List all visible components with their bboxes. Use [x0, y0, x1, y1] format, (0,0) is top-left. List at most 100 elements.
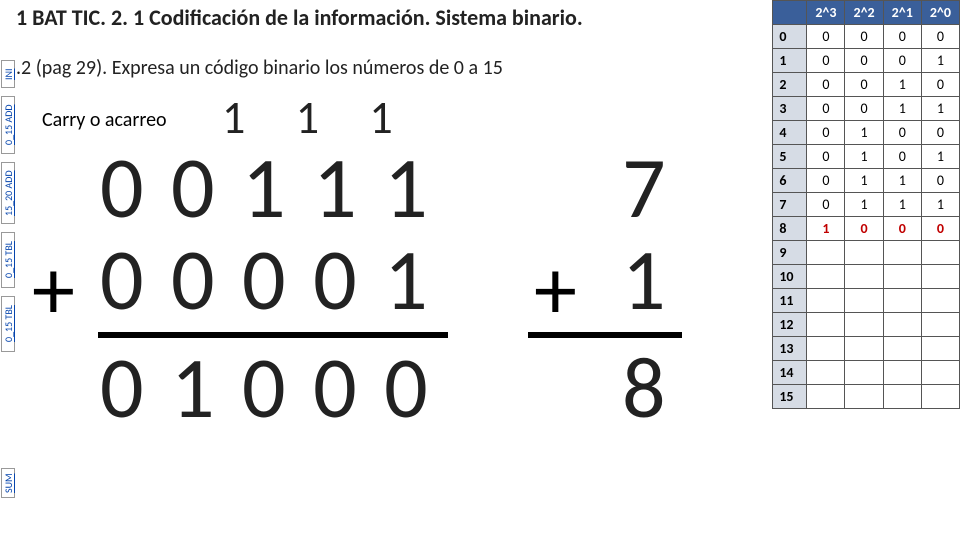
bit-cell: 1 [921, 145, 959, 169]
bit-cell [845, 313, 883, 337]
table-header-row: 2^32^22^12^0 [773, 1, 960, 25]
bit-cell [883, 265, 921, 289]
row-index: 11 [773, 289, 807, 313]
bit-cell: 1 [883, 169, 921, 193]
bit-cell: 0 [921, 25, 959, 49]
bit-cell: 0 [845, 97, 883, 121]
bit-cell: 0 [845, 25, 883, 49]
bit-cell [921, 337, 959, 361]
bit-cell: 1 [845, 193, 883, 217]
sidebar-tab-sum[interactable]: SUM [1, 468, 15, 498]
bit-cell [883, 289, 921, 313]
bit-cell [845, 241, 883, 265]
table-row: 10 [773, 265, 960, 289]
decimal-addend-b: 1 [622, 238, 666, 324]
bit-cell [921, 241, 959, 265]
bit-cell [807, 241, 845, 265]
bit-cell: 1 [845, 169, 883, 193]
bit-cell [921, 289, 959, 313]
bit-cell [807, 337, 845, 361]
table-row: 30011 [773, 97, 960, 121]
row-index: 4 [773, 121, 807, 145]
bit-cell [807, 313, 845, 337]
bit-cell: 0 [921, 121, 959, 145]
bit-cell: 1 [845, 145, 883, 169]
bit-cell: 1 [883, 73, 921, 97]
row-index: 10 [773, 265, 807, 289]
bit-cell: 1 [883, 97, 921, 121]
row-index: 13 [773, 337, 807, 361]
bit-cell: 0 [807, 169, 845, 193]
sidebar-tab-0-15-add[interactable]: 0_15 ADD [1, 96, 15, 154]
bit-cell [921, 265, 959, 289]
table-col-2^1: 2^1 [883, 1, 921, 25]
table-row: 9 [773, 241, 960, 265]
bit-cell [921, 313, 959, 337]
bit-cell [921, 385, 959, 409]
sidebar-tab-0-15-tbl-b[interactable]: 0_15 TBL [1, 296, 15, 352]
bit-cell: 0 [921, 169, 959, 193]
bit-cell: 0 [807, 73, 845, 97]
bit-cell: 0 [845, 73, 883, 97]
bit-cell: 0 [807, 49, 845, 73]
row-index: 0 [773, 25, 807, 49]
table-col-2^3: 2^3 [807, 1, 845, 25]
decimal-sum: 8 [622, 346, 666, 432]
table-row: 15 [773, 385, 960, 409]
bit-cell: 0 [845, 49, 883, 73]
bit-cell: 0 [807, 121, 845, 145]
row-index: 9 [773, 241, 807, 265]
bit-cell: 1 [921, 193, 959, 217]
sidebar-tab-15-20-add[interactable]: 15_20 ADD [1, 162, 15, 224]
table-col-2^0: 2^0 [921, 1, 959, 25]
bit-cell: 0 [921, 217, 959, 241]
table-row: 40100 [773, 121, 960, 145]
bit-cell: 0 [883, 217, 921, 241]
bit-cell [845, 385, 883, 409]
bit-cell [845, 289, 883, 313]
bit-cell: 1 [921, 97, 959, 121]
row-index: 12 [773, 313, 807, 337]
bit-cell: 0 [883, 25, 921, 49]
row-index: 14 [773, 361, 807, 385]
bit-cell [845, 265, 883, 289]
bit-cell [883, 241, 921, 265]
bit-cell [883, 313, 921, 337]
bit-cell: 0 [883, 145, 921, 169]
row-index: 7 [773, 193, 807, 217]
bit-cell: 1 [883, 193, 921, 217]
bit-cell [883, 337, 921, 361]
binary-sum: 0 1 0 0 0 [100, 346, 432, 432]
bit-cell: 0 [807, 145, 845, 169]
table-col-2^2: 2^2 [845, 1, 883, 25]
bit-cell [807, 289, 845, 313]
sidebar-tab-0-15-tbl-a[interactable]: 0_15 TBL [1, 232, 15, 288]
row-index: 5 [773, 145, 807, 169]
table-row: 12 [773, 313, 960, 337]
bit-cell: 0 [921, 73, 959, 97]
bit-cell: 0 [845, 217, 883, 241]
bit-cell: 0 [883, 121, 921, 145]
table-row: 14 [773, 361, 960, 385]
page-title: 1 BAT TIC. 2. 1 Codificación de la infor… [16, 4, 583, 31]
binary-addend-a: 0 0 1 1 1 [100, 146, 432, 232]
bit-cell [883, 361, 921, 385]
table-row: 70111 [773, 193, 960, 217]
bit-cell: 1 [807, 217, 845, 241]
carry-label: Carry o acarreo [42, 108, 167, 132]
row-index: 3 [773, 97, 807, 121]
bit-cell [807, 385, 845, 409]
bit-cell [807, 361, 845, 385]
exercise-prompt: .2 (pag 29). Expresa un código binario l… [16, 56, 503, 80]
bit-cell [845, 337, 883, 361]
sidebar-tab-ini[interactable]: INI [1, 60, 15, 88]
table-row: 00000 [773, 25, 960, 49]
table-row: 50101 [773, 145, 960, 169]
bit-cell: 0 [807, 25, 845, 49]
bit-cell [883, 385, 921, 409]
row-index: 1 [773, 49, 807, 73]
table-row: 81000 [773, 217, 960, 241]
row-index: 6 [773, 169, 807, 193]
decimal-plus-sign: + [534, 238, 577, 343]
bit-cell: 1 [845, 121, 883, 145]
